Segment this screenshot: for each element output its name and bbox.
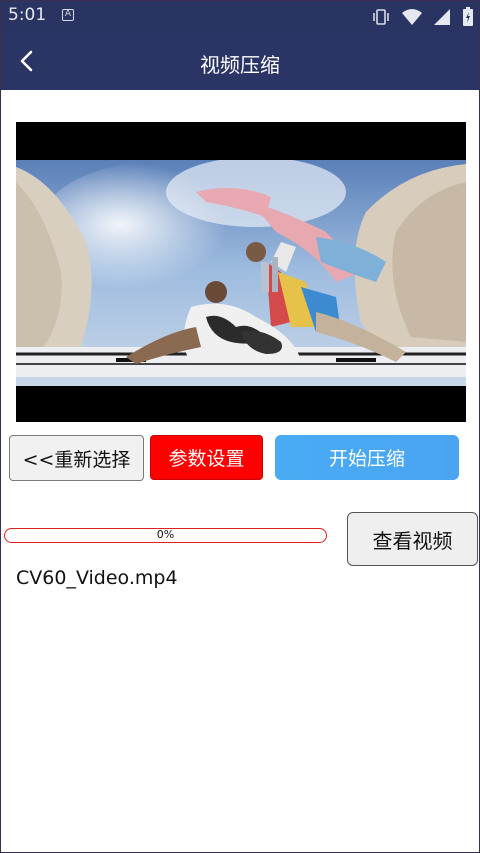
status-icons <box>365 6 474 26</box>
video-preview[interactable] <box>16 122 466 422</box>
progress-bar: 0% <box>4 528 327 543</box>
reselect-button[interactable]: <<重新选择 <box>9 435 144 481</box>
status-time: 5:01 <box>8 5 47 25</box>
view-video-button[interactable]: 查看视频 <box>347 512 478 566</box>
start-compress-button[interactable]: 开始压缩 <box>275 435 459 480</box>
status-bar: 5:01 A <box>0 0 480 32</box>
battery-icon <box>463 6 473 26</box>
signal-icon <box>433 8 450 25</box>
vibrate-icon <box>372 8 389 25</box>
app-bar: 视频压缩 <box>0 32 480 90</box>
file-name: CV60_Video.mp4 <box>16 567 178 589</box>
page-title: 视频压缩 <box>200 53 280 77</box>
wifi-icon <box>401 8 422 25</box>
video-frame-image <box>16 122 466 422</box>
a-box-icon: A <box>62 9 74 21</box>
progress-text: 0% <box>156 528 175 541</box>
params-settings-button[interactable]: 参数设置 <box>150 435 263 480</box>
